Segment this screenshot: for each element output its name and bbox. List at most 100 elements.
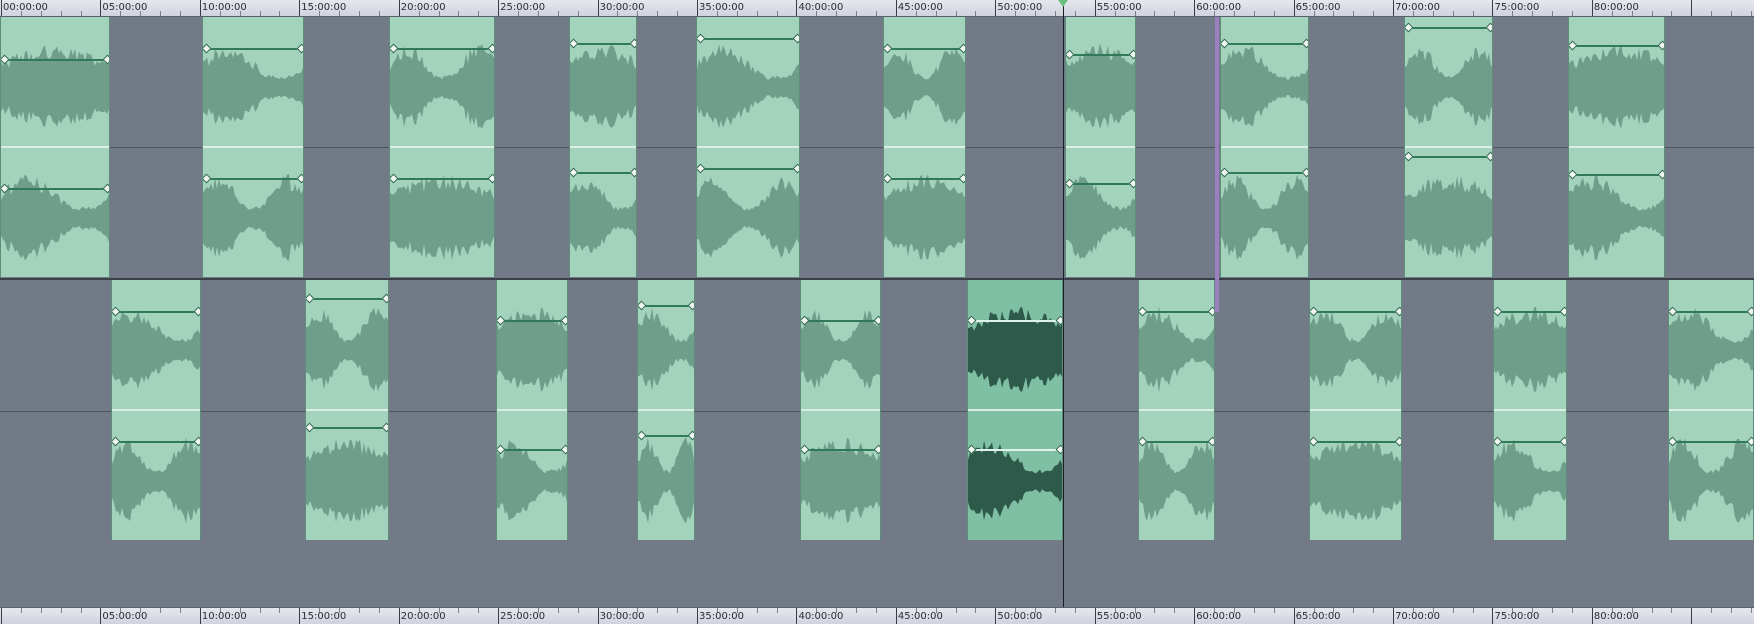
audio-clip[interactable] (800, 280, 881, 540)
audio-clip[interactable] (1493, 280, 1567, 540)
gain-envelope-line[interactable] (1142, 311, 1211, 313)
audio-clip[interactable] (1568, 17, 1665, 277)
ruler-top-minor-tick (955, 11, 957, 16)
waveform (390, 174, 494, 260)
ruler-top-major-tick (1, 0, 2, 16)
audio-clip[interactable] (883, 17, 966, 277)
ruler-bottom-minor-tick (259, 608, 261, 613)
ruler-top-minor-tick (1651, 11, 1653, 16)
playhead[interactable] (1063, 0, 1064, 607)
gain-envelope-line[interactable] (500, 449, 564, 451)
ruler-top-minor-tick (458, 11, 460, 16)
ruler-top-tick-label: 60:00:00 (1196, 2, 1242, 13)
waveform (203, 49, 303, 124)
tracks-area[interactable] (0, 17, 1754, 607)
waveform (497, 440, 567, 521)
ruler-bottom-minor-tick (1552, 608, 1554, 613)
gain-envelope-line[interactable] (804, 320, 877, 322)
gain-envelope-line[interactable] (1313, 311, 1398, 313)
ruler-top-tick-label: 55:00:00 (1096, 2, 1142, 13)
timeline-ruler-bottom[interactable]: 05:00:00 10:00:00 15:00:00 20:00:00 25:00:00… (0, 607, 1754, 624)
gain-envelope-line[interactable] (4, 59, 106, 61)
ruler-bottom-minor-tick (60, 608, 62, 613)
gain-envelope-line[interactable] (1672, 311, 1750, 313)
audio-clip[interactable] (569, 17, 637, 277)
audio-clip[interactable] (696, 17, 800, 277)
gain-envelope-line[interactable] (573, 43, 633, 45)
gain-envelope-line[interactable] (641, 435, 691, 437)
ruler-top-major-tick (1492, 0, 1494, 16)
gain-envelope-line[interactable] (971, 320, 1059, 322)
ruler-top-minor-tick (876, 11, 877, 16)
gain-envelope-line[interactable] (1224, 43, 1305, 45)
gain-envelope-line[interactable] (115, 441, 197, 443)
region-marker[interactable] (1215, 17, 1219, 312)
gain-envelope-line[interactable] (1572, 174, 1661, 176)
gain-envelope-line[interactable] (700, 38, 796, 40)
audio-clip[interactable] (1309, 280, 1402, 540)
playhead-marker-icon[interactable] (1058, 0, 1068, 7)
audio-clip[interactable] (202, 17, 304, 277)
gain-envelope-line[interactable] (393, 48, 491, 50)
gain-envelope-line[interactable] (804, 449, 877, 451)
timeline-ruler-top[interactable]: 00:00:00 05:00:00 10:00:00 15:00:00 20:00:00… (0, 0, 1754, 17)
gain-envelope-line[interactable] (206, 178, 300, 180)
gain-envelope-line[interactable] (700, 168, 796, 170)
ruler-top-minor-tick (1253, 11, 1255, 16)
gain-envelope-line[interactable] (393, 178, 491, 180)
audio-clip[interactable] (1220, 17, 1309, 277)
ruler-bottom-minor-tick (955, 608, 957, 613)
waveform (390, 44, 494, 129)
ruler-bottom-tick-label: 40:00:00 (798, 611, 844, 622)
ruler-bottom-tick-label: 50:00:00 (997, 611, 1043, 622)
audio-clip[interactable] (305, 280, 389, 540)
ruler-top-major-tick (498, 0, 500, 16)
gain-envelope-line[interactable] (309, 427, 385, 429)
ruler-bottom-minor-tick (80, 608, 82, 613)
clip-lane-separator (1066, 146, 1135, 148)
ruler-bottom-tick-label: 80:00:00 (1593, 611, 1639, 622)
audio-clip[interactable] (111, 280, 201, 540)
gain-envelope-line[interactable] (1497, 311, 1563, 313)
ruler-bottom-minor-tick (975, 608, 977, 613)
audio-clip[interactable] (0, 17, 110, 277)
gain-envelope-line[interactable] (1224, 172, 1305, 174)
audio-clip[interactable] (389, 17, 495, 277)
ruler-bottom-minor-tick (677, 608, 679, 613)
gain-envelope-line[interactable] (1142, 441, 1211, 443)
gain-envelope-line[interactable] (115, 311, 197, 313)
waveform (884, 174, 965, 261)
audio-clip[interactable] (1404, 17, 1493, 277)
audio-clip[interactable] (496, 280, 568, 540)
gain-envelope-line[interactable] (206, 48, 300, 50)
audio-clip[interactable] (1138, 280, 1215, 540)
audio-clip[interactable] (637, 280, 695, 540)
audio-clip-selected[interactable] (967, 280, 1063, 540)
ruler-bottom-minor-tick (1452, 608, 1454, 613)
audio-clip[interactable] (1668, 280, 1754, 540)
gain-envelope-line[interactable] (573, 172, 633, 174)
gain-envelope-line[interactable] (1408, 156, 1489, 158)
ruler-bottom-minor-tick (1353, 608, 1355, 613)
gain-envelope-line[interactable] (641, 305, 691, 307)
ruler-bottom-minor-tick (1671, 608, 1673, 613)
gain-envelope-line[interactable] (1069, 183, 1132, 185)
clip-lane-separator (112, 409, 200, 411)
gain-envelope-line[interactable] (1069, 54, 1132, 56)
gain-envelope-line[interactable] (887, 178, 962, 180)
ruler-top-tick-label: 40:00:00 (798, 2, 844, 13)
audio-clip[interactable] (1065, 17, 1136, 277)
gain-envelope-line[interactable] (1497, 441, 1563, 443)
ruler-bottom-tick-label: 20:00:00 (400, 611, 446, 622)
gain-envelope-line[interactable] (971, 449, 1059, 451)
gain-envelope-line[interactable] (4, 188, 106, 190)
ruler-top-minor-tick (1174, 11, 1176, 16)
gain-envelope-line[interactable] (500, 320, 564, 322)
gain-envelope-line[interactable] (887, 48, 962, 50)
gain-envelope-line[interactable] (1572, 45, 1661, 47)
gain-envelope-line[interactable] (1408, 27, 1489, 29)
gain-envelope-line[interactable] (309, 298, 385, 300)
ruler-top-major-tick (995, 0, 997, 16)
gain-envelope-line[interactable] (1672, 441, 1750, 443)
gain-envelope-line[interactable] (1313, 441, 1398, 443)
